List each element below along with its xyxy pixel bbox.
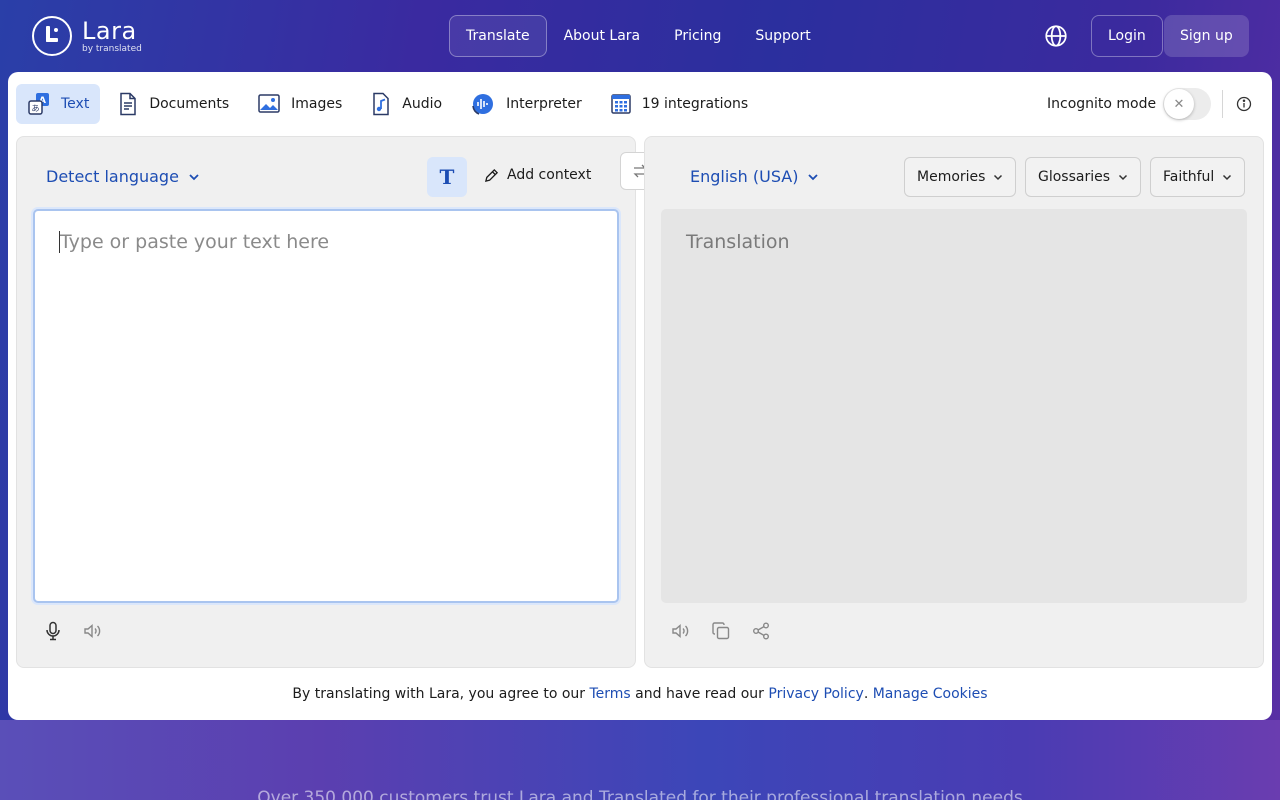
terms-prefix: By translating with Lara, you agree to o…: [292, 686, 590, 702]
integrations-icon: [611, 94, 631, 114]
speaker-icon[interactable]: [661, 621, 701, 641]
incognito-toggle[interactable]: ✕: [1163, 88, 1211, 120]
source-language-label: Detect language: [46, 167, 179, 186]
tab-label: Documents: [149, 96, 230, 112]
translator-card: A あ Text Documents Images Audio Interpre…: [8, 72, 1272, 720]
main-nav: Translate About Lara Pricing Support: [449, 15, 828, 57]
memories-dropdown[interactable]: Memories: [904, 157, 1017, 197]
memories-label: Memories: [917, 169, 986, 185]
share-icon[interactable]: [741, 621, 781, 641]
source-placeholder: Type or paste your text here: [59, 231, 330, 253]
brand-sub: by translated: [82, 43, 142, 54]
target-language-select[interactable]: English (USA): [690, 167, 819, 186]
source-actions: [33, 621, 113, 641]
terms-notice: By translating with Lara, you agree to o…: [8, 686, 1272, 702]
add-context-label: Add context: [507, 167, 592, 183]
nav-pricing[interactable]: Pricing: [657, 15, 738, 57]
tab-label: Images: [291, 96, 343, 112]
tab-label: 19 integrations: [641, 96, 749, 112]
nav-translate[interactable]: Translate: [449, 15, 547, 57]
manage-cookies-link[interactable]: Manage Cookies: [873, 686, 988, 702]
target-actions: [661, 621, 781, 641]
text-translate-icon: A あ: [28, 93, 49, 115]
tab-images[interactable]: Images: [246, 84, 353, 124]
chevron-down-icon: [189, 173, 199, 180]
target-language-label: English (USA): [690, 167, 799, 186]
mode-tabs: A あ Text Documents Images Audio Interpre…: [16, 84, 765, 124]
translation-placeholder: Translation: [686, 231, 790, 253]
chevron-down-icon: [808, 173, 819, 180]
chevron-down-icon: [994, 174, 1003, 180]
globe-icon[interactable]: [1043, 23, 1069, 49]
image-icon: [258, 94, 280, 113]
microphone-icon[interactable]: [33, 621, 73, 641]
nav-support[interactable]: Support: [738, 15, 827, 57]
tab-audio[interactable]: Audio: [359, 84, 453, 124]
chevron-down-icon: [1223, 174, 1232, 180]
divider: [1222, 90, 1223, 118]
brand-name: Lara: [82, 16, 137, 45]
glossaries-label: Glossaries: [1038, 169, 1111, 185]
document-icon: [120, 92, 137, 116]
add-context-button[interactable]: Add context: [484, 167, 591, 183]
copy-icon[interactable]: [701, 621, 741, 641]
style-label: Faithful: [1163, 169, 1215, 185]
logo-mark-icon: [32, 16, 72, 56]
tab-label: Text: [61, 96, 90, 112]
style-dropdown[interactable]: Faithful: [1150, 157, 1246, 197]
lara-logo[interactable]: Lara by translated: [32, 16, 142, 56]
incognito-label: Incognito mode: [1047, 96, 1157, 112]
tab-label: Audio: [402, 96, 443, 112]
source-panel: Detect language T Add context Type or pa…: [16, 136, 636, 668]
translation-output: Translation: [661, 209, 1247, 603]
source-language-select[interactable]: Detect language: [46, 167, 200, 186]
signup-button[interactable]: Sign up: [1164, 15, 1249, 57]
privacy-policy-link[interactable]: Privacy Policy: [768, 686, 863, 702]
chevron-down-icon: [1119, 174, 1128, 180]
text-format-icon: T: [439, 165, 455, 189]
tab-label: Interpreter: [506, 96, 582, 112]
svg-text:あ: あ: [32, 104, 40, 113]
terms-middle: and have read our: [630, 686, 769, 702]
text-format-button[interactable]: T: [427, 157, 467, 197]
login-button[interactable]: Login: [1091, 15, 1163, 57]
trust-statement: Over 350,000 customers trust Lara and Tr…: [257, 788, 1023, 800]
tab-interpreter[interactable]: Interpreter: [459, 84, 593, 124]
nav-about-lara[interactable]: About Lara: [547, 15, 658, 57]
close-icon: ✕: [1164, 89, 1194, 119]
glossaries-dropdown[interactable]: Glossaries: [1025, 157, 1142, 197]
audio-file-icon: [373, 92, 390, 116]
pencil-icon: [484, 168, 499, 182]
terms-link[interactable]: Terms: [589, 686, 630, 702]
tab-documents[interactable]: Documents: [106, 84, 240, 124]
header: Lara by translated Translate About Lara …: [0, 0, 1280, 72]
tab-integrations[interactable]: 19 integrations: [599, 84, 759, 124]
info-icon[interactable]: [1236, 96, 1252, 112]
tab-text[interactable]: A あ Text: [16, 84, 101, 124]
source-text-input[interactable]: Type or paste your text here: [33, 209, 619, 603]
speaker-icon[interactable]: [73, 621, 113, 641]
interpreter-icon: [472, 94, 494, 115]
target-panel: English (USA) Memories Glossaries Faithf…: [644, 136, 1264, 668]
terms-dot: .: [863, 686, 873, 702]
